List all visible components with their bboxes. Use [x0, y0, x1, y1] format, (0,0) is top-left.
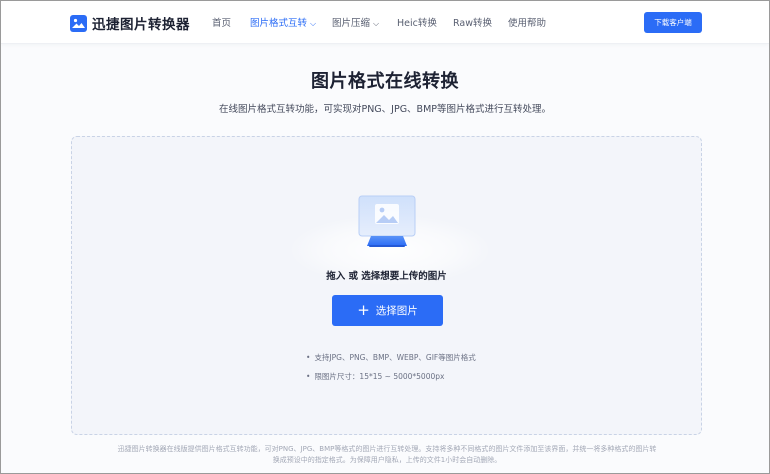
- tip-text: 限图片尺寸：15*15 ~ 5000*5000px: [314, 372, 445, 381]
- page-title: 图片格式在线转换: [311, 71, 459, 92]
- bullet-icon: •: [306, 372, 311, 381]
- nav-item-label: 图片压缩: [332, 18, 371, 29]
- logo[interactable]: 迅捷图片转换器: [70, 12, 190, 34]
- download-client-button[interactable]: 下载客户端: [644, 12, 702, 33]
- logo-icon: [70, 14, 87, 32]
- nav-item-heic[interactable]: Heic转换: [397, 15, 437, 29]
- chevron-down-icon: ⌵: [373, 19, 380, 28]
- nav-item-label: Heic转换: [397, 18, 437, 29]
- logo-text: 迅捷图片转换器: [92, 17, 190, 33]
- app-window: 迅捷图片转换器 首页 图片格式互转 ⌵ 图片压缩 ⌵ Heic转换 Raw转换 使用…: [0, 0, 770, 474]
- select-image-label: 选择图片: [375, 305, 418, 317]
- nav-item-raw[interactable]: Raw转换: [453, 15, 492, 29]
- upload-tips: • 支持JPG、PNG、BMP、WEBP、GIF等图片格式 • 限图片尺寸：15*1…: [306, 351, 476, 389]
- select-image-button[interactable]: + 选择图片: [332, 295, 443, 326]
- image-upload-icon: [355, 193, 419, 253]
- nav-item-compress[interactable]: 图片压缩 ⌵: [332, 15, 379, 29]
- tip-text: 支持JPG、PNG、BMP、WEBP、GIF等图片格式: [314, 353, 476, 362]
- bullet-icon: •: [306, 353, 311, 362]
- tip-formats: • 支持JPG、PNG、BMP、WEBP、GIF等图片格式: [306, 351, 476, 370]
- nav-item-help[interactable]: 使用帮助: [508, 15, 546, 29]
- footer-line: 换成预设中的指定格式。为保障用户隐私，上传的文件1小时会自动删除。: [272, 456, 502, 464]
- tip-size-limit: • 限图片尺寸：15*15 ~ 5000*5000px: [306, 370, 476, 389]
- nav-item-format-convert[interactable]: 图片格式互转 ⌵: [250, 15, 316, 29]
- nav-item-label: 使用帮助: [508, 18, 547, 29]
- nav-item-label: Raw转换: [453, 18, 492, 29]
- nav-item-home[interactable]: 首页: [212, 15, 231, 29]
- top-navbar: 迅捷图片转换器 首页 图片格式互转 ⌵ 图片压缩 ⌵ Heic转换 Raw转换 使用…: [1, 1, 769, 44]
- footer-description: 迅捷图片转换器在线版提供图片格式互转功能，可对PNG、JPG、BMP等格式的图片…: [97, 444, 677, 466]
- chevron-down-icon: ⌵: [310, 19, 317, 28]
- nav-item-label: 首页: [212, 18, 232, 29]
- page-subtitle: 在线图片格式互转功能，可实现对PNG、JPG、BMP等图片格式进行互转处理。: [218, 104, 552, 115]
- drop-hint-text: 拖入 或 选择想要上传的图片: [326, 271, 447, 282]
- upload-dropzone[interactable]: 拖入 或 选择想要上传的图片 + 选择图片 • 支持JPG、PNG、BMP、WEB…: [71, 136, 702, 435]
- footer-line: 迅捷图片转换器在线版提供图片格式互转功能，可对PNG、JPG、BMP等格式的图片…: [117, 445, 657, 453]
- plus-icon: +: [357, 301, 370, 319]
- nav-item-label: 图片格式互转: [250, 18, 308, 29]
